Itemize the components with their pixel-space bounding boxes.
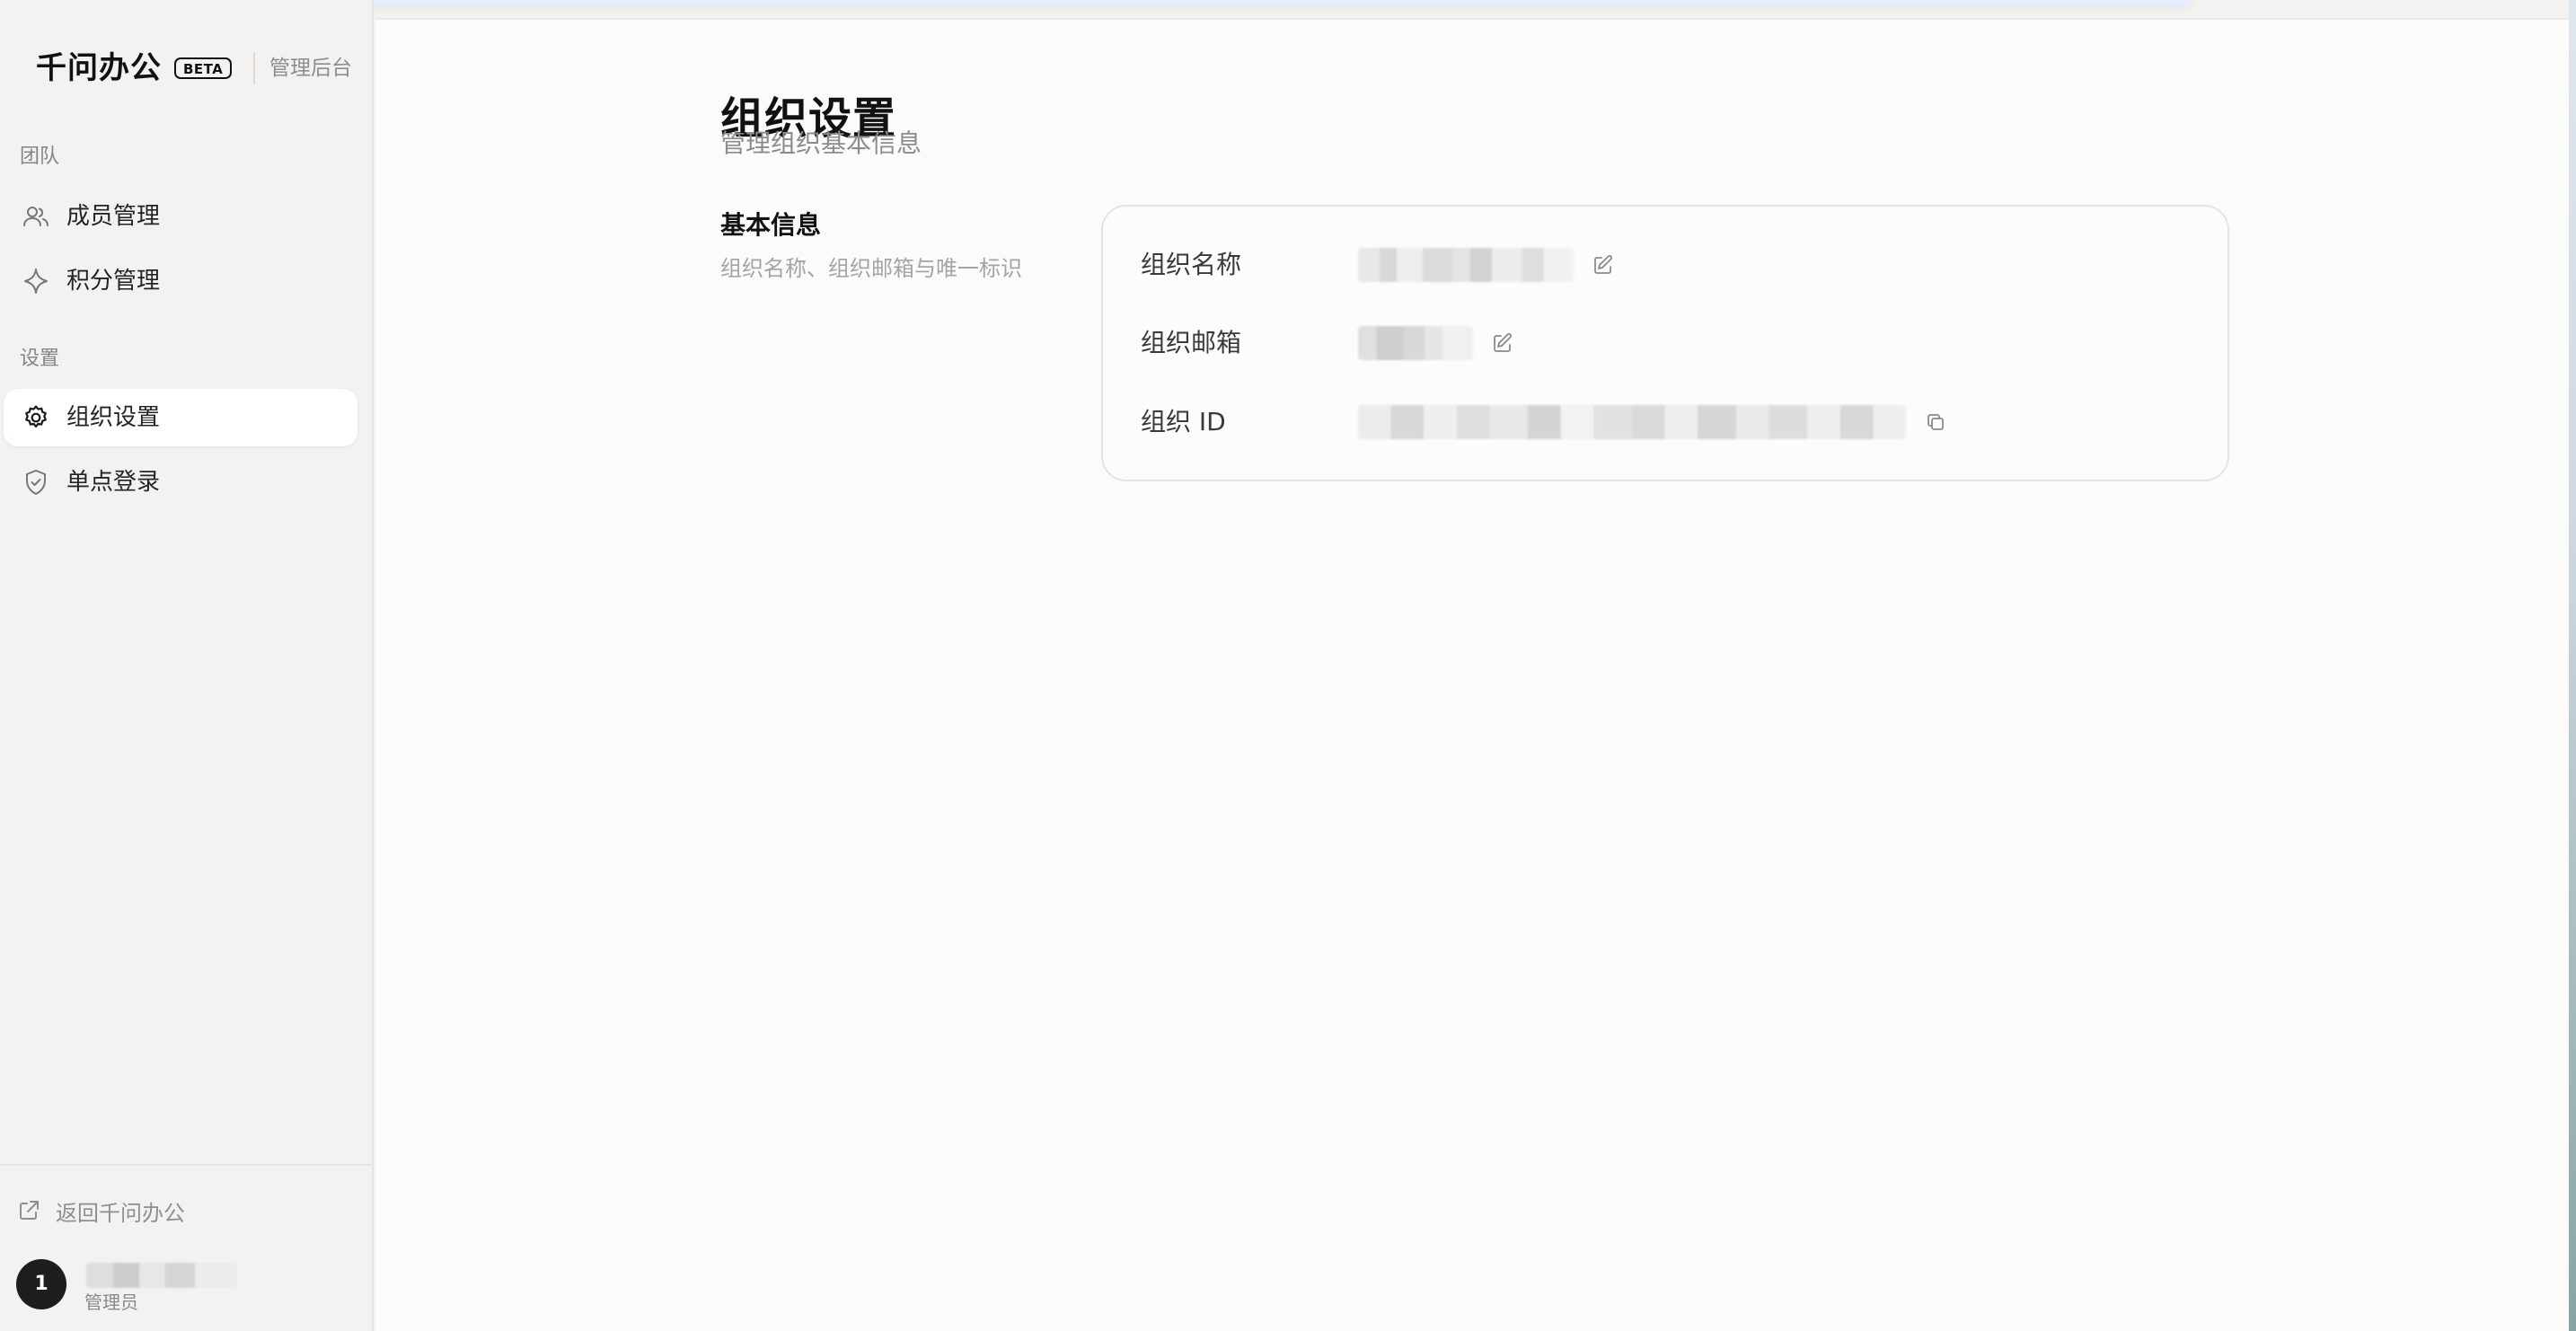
org-name-value-redacted	[1358, 248, 1574, 282]
sidebar-item-members[interactable]: 成员管理	[4, 188, 357, 245]
brand-name: 千问办公	[36, 50, 162, 86]
page-subtitle: 管理组织基本信息	[720, 128, 922, 158]
edit-icon[interactable]	[1590, 251, 1617, 278]
sidebar-section-team: 团队	[20, 145, 60, 168]
brand: 千问办公 BETA	[36, 50, 233, 86]
org-id-row: 组织 ID	[1141, 401, 2183, 443]
sidebar-item-label: 成员管理	[66, 203, 161, 230]
sidebar-footer-divider	[0, 1164, 374, 1166]
sidebar: 千问办公 BETA 管理后台 团队 成员管理 积分管理 设置 组织设置 单点登录…	[0, 0, 374, 1331]
back-to-app-link[interactable]: 返回千问办公	[16, 1194, 185, 1228]
sidebar-item-org-settings[interactable]: 组织设置	[4, 389, 357, 446]
avatar[interactable]: 1	[16, 1259, 66, 1309]
org-name-label: 组织名称	[1141, 250, 1242, 279]
sidebar-item-label: 积分管理	[66, 268, 161, 295]
user-name-redacted	[86, 1263, 237, 1288]
basic-info-heading: 基本信息	[720, 210, 822, 240]
edit-icon[interactable]	[1489, 330, 1516, 357]
org-email-label: 组织邮箱	[1141, 328, 1242, 357]
org-email-row: 组织邮箱	[1141, 322, 2183, 364]
org-email-value-redacted	[1358, 326, 1473, 360]
organization-info-card: 组织名称 组织邮箱 组织 ID	[1101, 205, 2229, 481]
sidebar-item-label: 组织设置	[66, 404, 161, 431]
sidebar-section-settings: 设置	[20, 348, 60, 370]
org-id-label: 组织 ID	[1141, 407, 1226, 436]
sidebar-item-label: 单点登录	[66, 469, 161, 496]
sidebar-item-sso[interactable]: 单点登录	[4, 454, 357, 511]
org-name-row: 组织名称	[1141, 244, 2183, 286]
back-link-label: 返回千问办公	[56, 1200, 185, 1226]
top-shadow-strip	[207, 0, 2192, 5]
users-icon	[22, 202, 50, 231]
admin-console-label: 管理后台	[269, 57, 352, 80]
copy-icon[interactable]	[1922, 409, 1949, 436]
org-id-value-redacted	[1358, 405, 1906, 439]
sidebar-item-credits[interactable]: 积分管理	[4, 252, 357, 310]
beta-badge: BETA	[174, 57, 233, 79]
external-link-icon	[20, 1201, 39, 1220]
window-edge	[2569, 0, 2576, 1331]
user-profile[interactable]: 1 管理员	[16, 1259, 348, 1313]
admin-app: 千问办公 BETA 管理后台 团队 成员管理 积分管理 设置 组织设置 单点登录…	[0, 0, 2576, 1331]
user-role: 管理员	[84, 1291, 138, 1313]
basic-info-description: 组织名称、组织邮箱与唯一标识	[720, 256, 1022, 281]
shield-check-icon	[22, 468, 50, 497]
brand-divider	[253, 52, 255, 84]
sparkle-icon	[22, 267, 50, 295]
gear-icon	[22, 403, 50, 432]
